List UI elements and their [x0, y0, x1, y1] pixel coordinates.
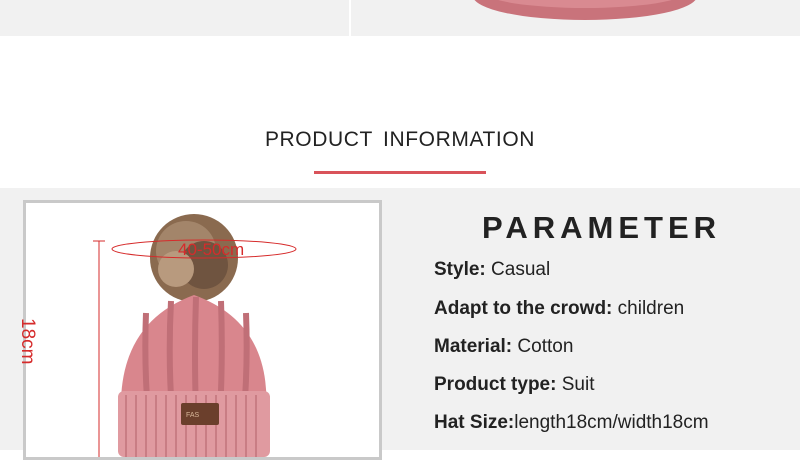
param-value: Suit — [556, 374, 595, 395]
param-label: Style: — [434, 259, 486, 280]
height-dimension-label: 18cm — [17, 318, 38, 365]
param-label: Product type: — [434, 374, 557, 395]
circumference-dimension-label: 40-50cm — [178, 240, 245, 259]
param-value: length18cm/width18cm — [514, 412, 709, 433]
product-photo: FAS — [23, 200, 382, 460]
param-hat-size: Hat Size:length18cm/width18cm — [434, 412, 709, 434]
param-value: Cotton — [512, 336, 574, 357]
section-title: PRODUCT INFORMATION — [264, 128, 536, 151]
param-style: Style: Casual — [434, 259, 550, 281]
param-product-type: Product type: Suit — [434, 374, 594, 396]
param-material: Material: Cotton — [434, 336, 573, 358]
image-divider — [349, 0, 351, 36]
param-crowd: Adapt to the crowd: children — [434, 298, 684, 320]
param-value: children — [612, 298, 685, 319]
param-value: Casual — [485, 259, 551, 280]
param-label: Adapt to the crowd: — [434, 298, 613, 319]
param-label: Material: — [434, 336, 513, 357]
parameter-title: PARAMETER — [482, 210, 722, 245]
patch-text: FAS — [186, 412, 200, 419]
section-underline — [314, 171, 486, 174]
fur-lining-image — [474, 0, 696, 20]
param-label: Hat Size: — [434, 412, 515, 433]
